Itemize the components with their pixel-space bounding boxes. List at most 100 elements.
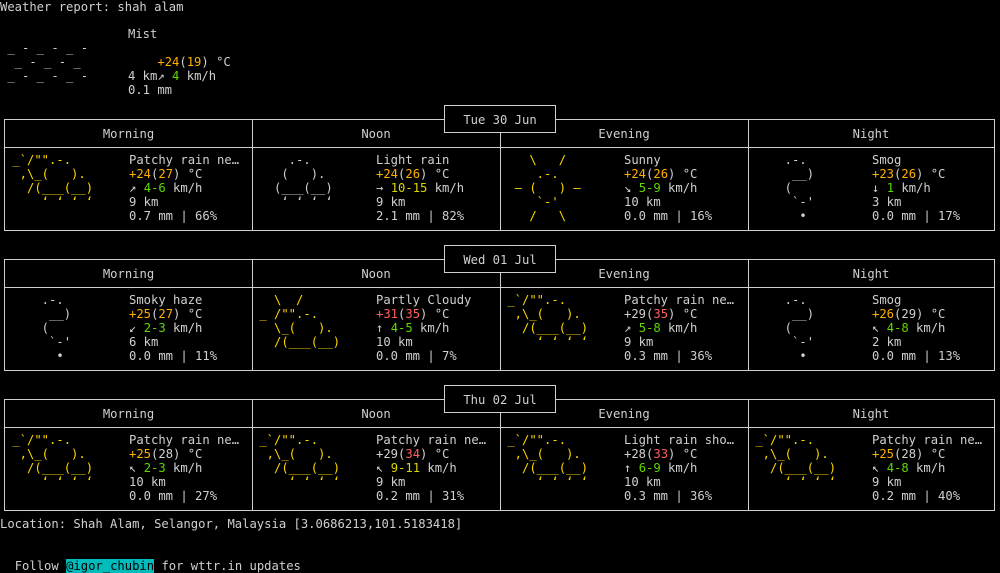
visibility: 2 km: [872, 335, 902, 349]
date-label: Thu 02 Jul: [444, 385, 556, 413]
follow-suffix: for wttr.in updates: [154, 559, 301, 573]
period-info: Patchy rain ne… +29(35) °C ↗ 5-8 km/h 9 km 0…: [624, 293, 734, 363]
day-forecast-box: Morning Noon Evening Night _`/"".-. ,\_( ).…: [4, 119, 995, 231]
temp-value: +26: [872, 307, 895, 321]
precipitation: 0.0 mm | 16%: [624, 209, 713, 223]
precipitation: 0.0 mm | 7%: [376, 349, 457, 363]
feels-like-value: 34: [405, 447, 421, 461]
wind-speed: 9-11: [390, 461, 421, 475]
feels-like-value: 26: [653, 167, 669, 181]
condition-text: Smog: [872, 153, 902, 167]
wind-direction-icon: ↑: [624, 461, 639, 475]
wind: ↙ 2-3 km/h: [129, 321, 203, 335]
period-info: Patchy rain ne… +25(28) °C ↖ 4-8 km/h 9 km 0…: [872, 433, 982, 503]
visibility: 9 km: [872, 475, 902, 489]
smog-weather-icon: .-. __) ( `-' •: [41, 293, 72, 363]
condition-text: Smog: [872, 293, 902, 307]
wind: ↑ 4-5 km/h: [376, 321, 450, 335]
follow-prefix: Follow: [14, 559, 67, 573]
wind-speed: 4-8: [886, 461, 909, 475]
temp-value: +25: [872, 447, 895, 461]
patchy-weather-icon: _`/"".-. ,\_( ). /(___(__) ʻ ʻ ʻ ʻ: [755, 433, 837, 489]
visibility: 10 km: [624, 475, 661, 489]
wind-direction-icon: ↖: [129, 461, 144, 475]
temperature: +24(26) °C: [624, 167, 698, 181]
wind-direction-icon: ↑: [376, 321, 391, 335]
temperature: +29(34) °C: [376, 447, 450, 461]
patchy-weather-icon: _`/"".-. ,\_( ). /(___(__) ʻ ʻ ʻ ʻ: [12, 433, 94, 489]
temperature: +25(28) °C: [872, 447, 946, 461]
current-visibility: 4 km: [128, 69, 158, 83]
condition-text: Patchy rain ne…: [376, 433, 487, 447]
wind-direction-icon: ↓: [872, 181, 887, 195]
precipitation: 0.2 mm | 31%: [376, 489, 465, 503]
condition-text: Patchy rain ne…: [129, 433, 240, 447]
wind-speed: 2-3: [143, 321, 166, 335]
wind-direction-icon: →: [376, 181, 391, 195]
precipitation: 0.3 mm | 36%: [624, 349, 713, 363]
precipitation: 0.0 mm | 27%: [129, 489, 218, 503]
temp-value: +28: [624, 447, 647, 461]
temperature: +29(35) °C: [624, 307, 698, 321]
partly-cloudy-weather-icon: \ / _ /"".-. \_( ). /(___(__): [259, 293, 341, 349]
current-weather-icon: _ - _ - _ - _ - _ - _ _ - _ - _ -: [7, 41, 89, 83]
visibility: 9 km: [129, 195, 159, 209]
period-header-morning: Morning: [5, 400, 252, 428]
twitter-handle-link[interactable]: @igor_chubin: [66, 559, 155, 573]
location-line: Location: Shah Alam, Selangor, Malaysia …: [0, 517, 463, 531]
current-condition: Mist: [128, 27, 158, 41]
wind: ↖ 9-11 km/h: [376, 461, 457, 475]
precipitation: 0.7 mm | 66%: [129, 209, 218, 223]
period-info: Smog +23(26) °C ↓ 1 km/h 3 km 0.0 mm | 17%: [872, 153, 960, 223]
temperature: +24(26) °C: [376, 167, 450, 181]
condition-text: Patchy rain ne…: [129, 153, 240, 167]
condition-text: Patchy rain ne…: [872, 433, 983, 447]
visibility: 10 km: [624, 195, 661, 209]
current-wind-speed: 4: [172, 69, 180, 83]
period-info: Sunny +24(26) °C ↘ 5-9 km/h 10 km 0.0 mm | 1…: [624, 153, 712, 223]
period-info: Smog +26(29) °C ↖ 4-8 km/h 2 km 0.0 mm | 13%: [872, 293, 960, 363]
temp-value: +29: [624, 307, 647, 321]
feels-like-value: 27: [158, 167, 174, 181]
period-info: Patchy rain ne… +24(27) °C ↗ 4-6 km/h 9 km 0…: [129, 153, 239, 223]
period-info: Patchy rain ne… +29(34) °C ↖ 9-11 km/h 9 km…: [376, 433, 486, 503]
temp-value: +25: [129, 307, 152, 321]
wind: ↓ 1 km/h: [872, 181, 931, 195]
wind: ↑ 6-9 km/h: [624, 461, 698, 475]
temp-value: +29: [376, 447, 399, 461]
feels-like-value: 35: [405, 307, 421, 321]
current-wind-unit: km/h: [186, 69, 217, 83]
visibility: 10 km: [376, 335, 413, 349]
period-header-morning: Morning: [5, 260, 252, 288]
temp-value: +24: [624, 167, 647, 181]
smog-weather-icon: .-. __) ( `-' •: [784, 293, 815, 363]
temp-value: +31: [376, 307, 399, 321]
temp-value: +24: [376, 167, 399, 181]
patchy-weather-icon: _`/"".-. ,\_( ). /(___(__) ʻ ʻ ʻ ʻ: [259, 433, 341, 489]
day-forecast-box: Morning Noon Evening Night _`/"".-. ,\_( ).…: [4, 399, 995, 511]
feels-like-value: 26: [405, 167, 421, 181]
temperature: +26(29) °C: [872, 307, 946, 321]
condition-text: Light rain sho…: [624, 433, 735, 447]
period-info: Light rain +24(26) °C → 10-15 km/h 9 km 2.1 …: [376, 153, 464, 223]
feels-like-value: 28: [901, 447, 917, 461]
condition-text: Patchy rain ne…: [624, 293, 735, 307]
wind: ↖ 4-8 km/h: [872, 461, 946, 475]
wind-speed: 10-15: [390, 181, 428, 195]
temperature: +28(33) °C: [624, 447, 698, 461]
feels-like-value: 33: [653, 447, 669, 461]
condition-text: Partly Cloudy: [376, 293, 472, 307]
wind-speed: 4-8: [886, 321, 909, 335]
wind: ↘ 5-9 km/h: [624, 181, 698, 195]
temp-value: +24: [129, 167, 152, 181]
wind: ↖ 4-8 km/h: [872, 321, 946, 335]
temperature: +24(27) °C: [129, 167, 203, 181]
feels-like-value: 29: [901, 307, 917, 321]
wind: ↗ 4-6 km/h: [129, 181, 203, 195]
smog-weather-icon: .-. __) ( `-' •: [784, 153, 815, 223]
light-rain-weather-icon: .-. ( ). (___(__) ʻ ʻ ʻ ʻ: [274, 153, 333, 209]
visibility: 9 km: [376, 195, 406, 209]
period-info: Partly Cloudy +31(35) °C ↑ 4-5 km/h 10 km 0.…: [376, 293, 471, 363]
condition-text: Smoky haze: [129, 293, 203, 307]
wind-direction-icon: ↙: [129, 321, 144, 335]
